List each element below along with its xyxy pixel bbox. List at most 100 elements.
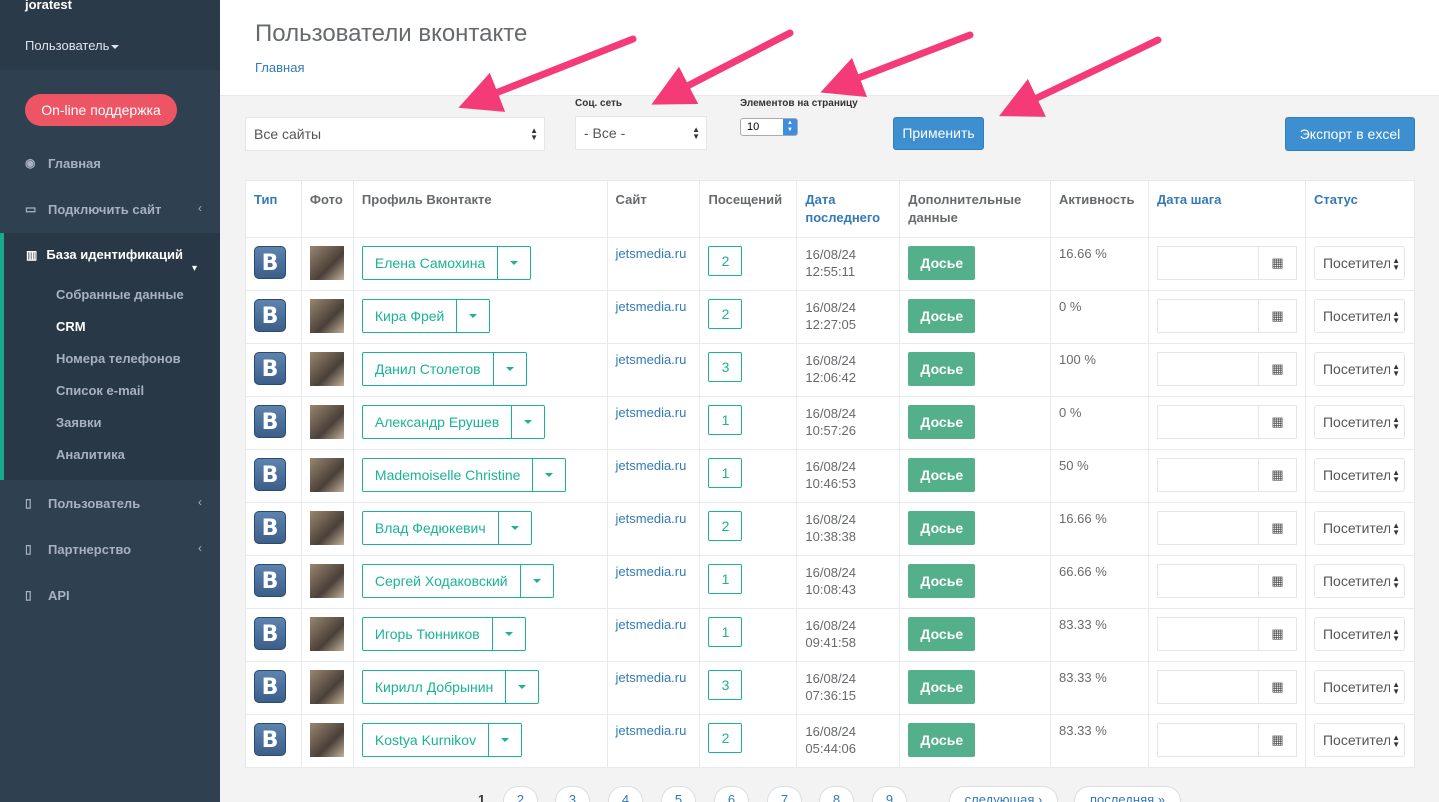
apply-button[interactable]: Применить bbox=[893, 117, 984, 150]
subitem-phone-numbers[interactable]: Номера телефонов bbox=[56, 351, 181, 366]
calendar-icon[interactable]: ▦ bbox=[1259, 512, 1296, 544]
profile-name-button[interactable]: Влад Федюкевич bbox=[363, 512, 499, 544]
profile-name-button[interactable]: Kostya Kurnikov bbox=[363, 724, 490, 756]
step-date-input[interactable] bbox=[1158, 671, 1259, 703]
page-link-6[interactable]: 6 bbox=[714, 786, 749, 802]
subitem-email-list[interactable]: Список e-mail bbox=[56, 383, 144, 398]
dossier-button[interactable]: Досье bbox=[908, 246, 976, 280]
profile-dropdown-toggle[interactable] bbox=[512, 406, 544, 438]
profile-dropdown-toggle[interactable] bbox=[493, 618, 525, 650]
sidebar-item-api[interactable]: ▯ API bbox=[0, 573, 220, 617]
page-link-3[interactable]: 3 bbox=[555, 786, 590, 802]
step-date-input[interactable] bbox=[1158, 353, 1259, 385]
profile-dropdown-toggle[interactable] bbox=[506, 671, 538, 703]
site-link[interactable]: jetsmedia.ru bbox=[616, 405, 687, 420]
page-link-7[interactable]: 7 bbox=[767, 786, 802, 802]
breadcrumb-home[interactable]: Главная bbox=[255, 60, 304, 75]
col-last-date[interactable]: Дата последнего bbox=[796, 180, 901, 238]
sidebar-item-partnership[interactable]: ▯ Партнерство ‹ bbox=[0, 527, 220, 571]
visits-count-button[interactable]: 1 bbox=[708, 458, 743, 488]
site-link[interactable]: jetsmedia.ru bbox=[616, 511, 687, 526]
status-select[interactable]: Посетитель ▲ ▼ bbox=[1313, 670, 1405, 704]
profile-name-button[interactable]: Елена Самохина bbox=[363, 247, 499, 279]
profile-name-button[interactable]: Александр Ерушев bbox=[363, 406, 513, 438]
calendar-icon[interactable]: ▦ bbox=[1259, 300, 1296, 332]
step-date-input[interactable] bbox=[1158, 406, 1259, 438]
status-select[interactable]: Посетитель ▲ ▼ bbox=[1313, 405, 1405, 439]
dossier-button[interactable]: Досье bbox=[908, 511, 976, 545]
visits-count-button[interactable]: 2 bbox=[708, 299, 743, 329]
status-select[interactable]: Посетитель ▲ ▼ bbox=[1313, 458, 1405, 492]
step-date-input[interactable] bbox=[1158, 512, 1259, 544]
profile-dropdown-toggle[interactable] bbox=[499, 512, 531, 544]
page-link-8[interactable]: 8 bbox=[819, 786, 854, 802]
sidebar-item-user[interactable]: ▯ Пользователь ‹ bbox=[0, 481, 220, 525]
site-link[interactable]: jetsmedia.ru bbox=[616, 723, 687, 738]
col-status[interactable]: Статус bbox=[1304, 180, 1416, 238]
step-date-input[interactable] bbox=[1158, 459, 1259, 491]
dossier-button[interactable]: Досье bbox=[908, 299, 976, 333]
calendar-icon[interactable]: ▦ bbox=[1259, 618, 1296, 650]
visits-count-button[interactable]: 1 bbox=[708, 405, 743, 435]
visits-count-button[interactable]: 2 bbox=[708, 511, 743, 541]
profile-dropdown-toggle[interactable] bbox=[457, 300, 489, 332]
step-date-input[interactable] bbox=[1158, 300, 1259, 332]
site-link[interactable]: jetsmedia.ru bbox=[616, 352, 687, 367]
profile-name-button[interactable]: Данил Столетов bbox=[363, 353, 494, 385]
status-select[interactable]: Посетитель ▲ ▼ bbox=[1313, 564, 1405, 598]
col-type[interactable]: Тип bbox=[245, 180, 302, 238]
visits-count-button[interactable]: 3 bbox=[708, 670, 743, 700]
site-link[interactable]: jetsmedia.ru bbox=[616, 299, 687, 314]
col-step-date[interactable]: Дата шага bbox=[1147, 180, 1306, 238]
calendar-icon[interactable]: ▦ bbox=[1259, 353, 1296, 385]
site-link[interactable]: jetsmedia.ru bbox=[616, 246, 687, 261]
social-select[interactable]: - Все - ▲ ▼ bbox=[575, 116, 707, 150]
calendar-icon[interactable]: ▦ bbox=[1259, 406, 1296, 438]
per-page-stepper[interactable]: 10 ▲ ▼ bbox=[740, 118, 798, 136]
status-select[interactable]: Посетитель ▲ ▼ bbox=[1313, 511, 1405, 545]
calendar-icon[interactable]: ▦ bbox=[1259, 565, 1296, 597]
calendar-icon[interactable]: ▦ bbox=[1259, 724, 1296, 756]
subitem-requests[interactable]: Заявки bbox=[56, 415, 101, 430]
step-date-input[interactable] bbox=[1158, 565, 1259, 597]
sidebar-item-home[interactable]: ◉ Главная bbox=[0, 141, 220, 185]
user-role-dropdown[interactable]: Пользователь bbox=[25, 38, 120, 53]
profile-dropdown-toggle[interactable] bbox=[489, 724, 521, 756]
site-link[interactable]: jetsmedia.ru bbox=[616, 670, 687, 685]
profile-name-button[interactable]: Кирилл Добрынин bbox=[363, 671, 507, 703]
status-select[interactable]: Посетитель ▲ ▼ bbox=[1313, 352, 1405, 386]
page-link-9[interactable]: 9 bbox=[872, 786, 907, 802]
sidebar-item-connect-site[interactable]: ▭ Подключить сайт ‹ bbox=[0, 187, 220, 231]
profile-dropdown-toggle[interactable] bbox=[521, 565, 553, 597]
subitem-collected-data[interactable]: Собранные данные bbox=[56, 287, 184, 302]
status-select[interactable]: Посетитель ▲ ▼ bbox=[1313, 617, 1405, 651]
sidebar-item-identification-base[interactable]: ▥ База идентификаций ▾ Собранные данные … bbox=[0, 233, 220, 480]
page-link-2[interactable]: 2 bbox=[503, 786, 538, 802]
visits-count-button[interactable]: 1 bbox=[708, 564, 743, 594]
site-link[interactable]: jetsmedia.ru bbox=[616, 458, 687, 473]
status-select[interactable]: Посетитель ▲ ▼ bbox=[1313, 246, 1405, 280]
step-date-input[interactable] bbox=[1158, 247, 1259, 279]
dossier-button[interactable]: Досье bbox=[908, 564, 976, 598]
visits-count-button[interactable]: 3 bbox=[708, 352, 743, 382]
dossier-button[interactable]: Досье bbox=[908, 617, 976, 651]
profile-dropdown-toggle[interactable] bbox=[498, 247, 530, 279]
page-link-4[interactable]: 4 bbox=[608, 786, 643, 802]
dossier-button[interactable]: Досье bbox=[908, 405, 976, 439]
page-next[interactable]: следующая › bbox=[949, 786, 1058, 802]
dossier-button[interactable]: Досье bbox=[908, 352, 976, 386]
calendar-icon[interactable]: ▦ bbox=[1259, 247, 1296, 279]
step-date-input[interactable] bbox=[1158, 724, 1259, 756]
export-excel-button[interactable]: Экспорт в excel bbox=[1285, 117, 1415, 151]
online-support-button[interactable]: On-line поддержка bbox=[25, 94, 177, 126]
subitem-crm[interactable]: CRM bbox=[56, 319, 86, 334]
visits-count-button[interactable]: 2 bbox=[708, 723, 743, 753]
visits-count-button[interactable]: 2 bbox=[708, 246, 743, 276]
page-link-5[interactable]: 5 bbox=[661, 786, 696, 802]
profile-dropdown-toggle[interactable] bbox=[494, 353, 526, 385]
status-select[interactable]: Посетитель ▲ ▼ bbox=[1313, 723, 1405, 757]
profile-name-button[interactable]: Mademoiselle Christine bbox=[363, 459, 534, 491]
sites-select[interactable]: Все сайты ▲ ▼ bbox=[245, 117, 545, 151]
calendar-icon[interactable]: ▦ bbox=[1259, 459, 1296, 491]
page-last[interactable]: последняя » bbox=[1074, 786, 1181, 802]
